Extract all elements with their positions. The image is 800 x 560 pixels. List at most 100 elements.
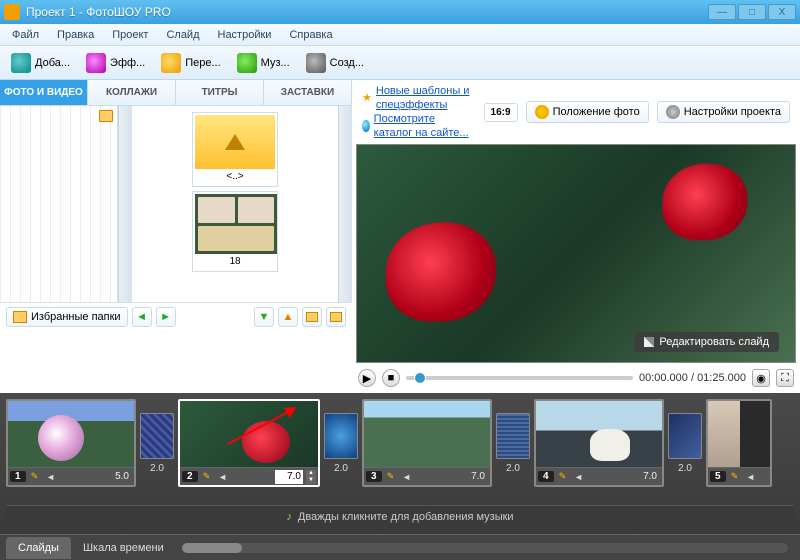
aspect-ratio-button[interactable]: 16:9 bbox=[484, 103, 518, 122]
sound-icon[interactable]: ◄ bbox=[744, 470, 758, 484]
folder-icon bbox=[306, 312, 318, 322]
tab-timeline[interactable]: Шкала времени bbox=[71, 537, 176, 559]
menubar: Файл Правка Проект Слайд Настройки Справ… bbox=[0, 24, 800, 46]
preview-flower bbox=[386, 223, 496, 322]
timeline-slide[interactable]: 5 ✎ ◄ bbox=[706, 399, 772, 487]
tab-titles[interactable]: ТИТРЫ bbox=[176, 80, 264, 105]
spin-up[interactable]: ▲ bbox=[306, 470, 316, 477]
add-button[interactable]: Доба... bbox=[4, 50, 77, 76]
toolbar: Доба...Эфф...Пере...Муз...Созд... bbox=[0, 46, 800, 80]
add-button-icon bbox=[11, 53, 31, 73]
pencil-icon bbox=[644, 337, 654, 347]
slide-thumb bbox=[364, 401, 490, 467]
create-button[interactable]: Созд... bbox=[299, 50, 371, 76]
transition-thumb[interactable]: 2.0 bbox=[324, 413, 358, 459]
menu-settings[interactable]: Настройки bbox=[210, 26, 280, 44]
slide-number: 2 bbox=[182, 471, 198, 482]
edit-icon[interactable]: ✎ bbox=[384, 470, 398, 484]
project-settings-button[interactable]: Настройки проекта bbox=[657, 101, 790, 123]
menu-project[interactable]: Проект bbox=[104, 26, 156, 44]
time-display: 00:00.000 / 01:25.000 bbox=[639, 372, 746, 384]
edit-icon[interactable]: ✎ bbox=[728, 470, 742, 484]
stop-icon: ■ bbox=[388, 372, 395, 384]
photo-position-button[interactable]: Положение фото bbox=[526, 101, 649, 123]
tab-photo-video[interactable]: ФОТО И ВИДЕО bbox=[0, 80, 88, 105]
sound-icon[interactable]: ◄ bbox=[216, 470, 230, 484]
up-arrow-icon bbox=[225, 134, 245, 150]
titlebar: Проект 1 - ФотоШОУ PRO — □ X bbox=[0, 0, 800, 24]
tab-collages[interactable]: КОЛЛАЖИ bbox=[88, 80, 176, 105]
slide-duration: 7.0 bbox=[640, 471, 660, 482]
play-button[interactable]: ▶ bbox=[358, 369, 376, 387]
preview-area: Редактировать слайд bbox=[356, 144, 796, 363]
music-button[interactable]: Муз... bbox=[230, 50, 297, 76]
add-up-button[interactable]: ▲ bbox=[278, 307, 298, 327]
slide-number: 1 bbox=[10, 471, 26, 482]
menu-slide[interactable]: Слайд bbox=[158, 26, 207, 44]
nav-back-button[interactable]: ◄ bbox=[132, 307, 152, 327]
timeline-scrollbar[interactable] bbox=[182, 543, 788, 553]
folder-thumb[interactable]: 18 bbox=[192, 191, 278, 272]
templates-link[interactable]: Новые шаблоны и спецэффекты bbox=[376, 84, 476, 112]
edit-slide-button[interactable]: Редактировать слайд bbox=[634, 332, 779, 352]
add-folder-button[interactable] bbox=[302, 307, 322, 327]
duration-input[interactable] bbox=[275, 470, 303, 484]
seek-handle[interactable] bbox=[414, 372, 426, 384]
add-down-button[interactable]: ▼ bbox=[254, 307, 274, 327]
tab-intros[interactable]: ЗАСТАВКИ bbox=[264, 80, 352, 105]
tab-slides[interactable]: Слайды bbox=[6, 537, 71, 559]
play-icon: ▶ bbox=[363, 372, 371, 385]
sun-icon bbox=[535, 105, 549, 119]
stop-button[interactable]: ■ bbox=[382, 369, 400, 387]
fullscreen-button[interactable]: ⛶ bbox=[776, 369, 794, 387]
transition-thumb[interactable]: 2.0 bbox=[140, 413, 174, 459]
transition-thumb[interactable]: 2.0 bbox=[496, 413, 530, 459]
snapshot-button[interactable]: ◉ bbox=[752, 369, 770, 387]
timeline-slide[interactable]: 4 ✎ ◄ 7.0 bbox=[534, 399, 664, 487]
star-icon: ★ bbox=[362, 91, 372, 105]
timeline-slide[interactable]: 3 ✎ ◄ 7.0 bbox=[362, 399, 492, 487]
maximize-button[interactable]: □ bbox=[738, 4, 766, 20]
sound-icon[interactable]: ◄ bbox=[44, 470, 58, 484]
folder-icon bbox=[99, 110, 113, 122]
transition-duration: 2.0 bbox=[669, 463, 701, 474]
favorites-button[interactable]: Избранные папки bbox=[6, 307, 128, 327]
effects-button[interactable]: Эфф... bbox=[79, 50, 152, 76]
music-button-icon bbox=[237, 53, 257, 73]
parent-folder[interactable]: <..> bbox=[192, 112, 278, 187]
transitions-button[interactable]: Пере... bbox=[154, 50, 227, 76]
slide-number: 3 bbox=[366, 471, 382, 482]
minimize-button[interactable]: — bbox=[708, 4, 736, 20]
timeline-slide[interactable]: 1 ✎ ◄ 5.0 bbox=[6, 399, 136, 487]
folder-tree[interactable] bbox=[0, 106, 118, 302]
app-icon bbox=[4, 4, 20, 20]
arrow-right-icon: ► bbox=[160, 312, 171, 323]
preview-flower bbox=[663, 164, 748, 241]
left-tabs: ФОТО И ВИДЕО КОЛЛАЖИ ТИТРЫ ЗАСТАВКИ bbox=[0, 80, 352, 106]
sound-icon[interactable]: ◄ bbox=[572, 470, 586, 484]
transition-thumb[interactable]: 2.0 bbox=[668, 413, 702, 459]
nav-fwd-button[interactable]: ► bbox=[156, 307, 176, 327]
catalog-link[interactable]: Посмотрите каталог на сайте... bbox=[374, 112, 476, 140]
sound-icon[interactable]: ◄ bbox=[400, 470, 414, 484]
edit-icon[interactable]: ✎ bbox=[28, 470, 42, 484]
music-track[interactable]: ♪ Дважды кликните для добавления музыки bbox=[6, 505, 794, 528]
menu-file[interactable]: Файл bbox=[4, 26, 47, 44]
tree-scrollbar[interactable] bbox=[118, 106, 132, 302]
slide-thumb bbox=[536, 401, 662, 467]
close-button[interactable]: X bbox=[768, 4, 796, 20]
transition-duration: 2.0 bbox=[497, 463, 529, 474]
transition-duration: 2.0 bbox=[141, 463, 173, 474]
folder-icon bbox=[13, 311, 27, 323]
spin-down[interactable]: ▼ bbox=[306, 477, 316, 484]
edit-icon[interactable]: ✎ bbox=[556, 470, 570, 484]
seek-bar[interactable] bbox=[406, 376, 633, 380]
effects-button-icon bbox=[86, 53, 106, 73]
thumb-scrollbar[interactable] bbox=[338, 106, 352, 302]
edit-icon[interactable]: ✎ bbox=[200, 470, 214, 484]
slide-duration: 5.0 bbox=[112, 471, 132, 482]
menu-help[interactable]: Справка bbox=[281, 26, 340, 44]
add-star-button[interactable] bbox=[326, 307, 346, 327]
menu-edit[interactable]: Правка bbox=[49, 26, 102, 44]
timeline-slide[interactable]: 2 ✎ ◄ ▲▼ bbox=[178, 399, 320, 487]
